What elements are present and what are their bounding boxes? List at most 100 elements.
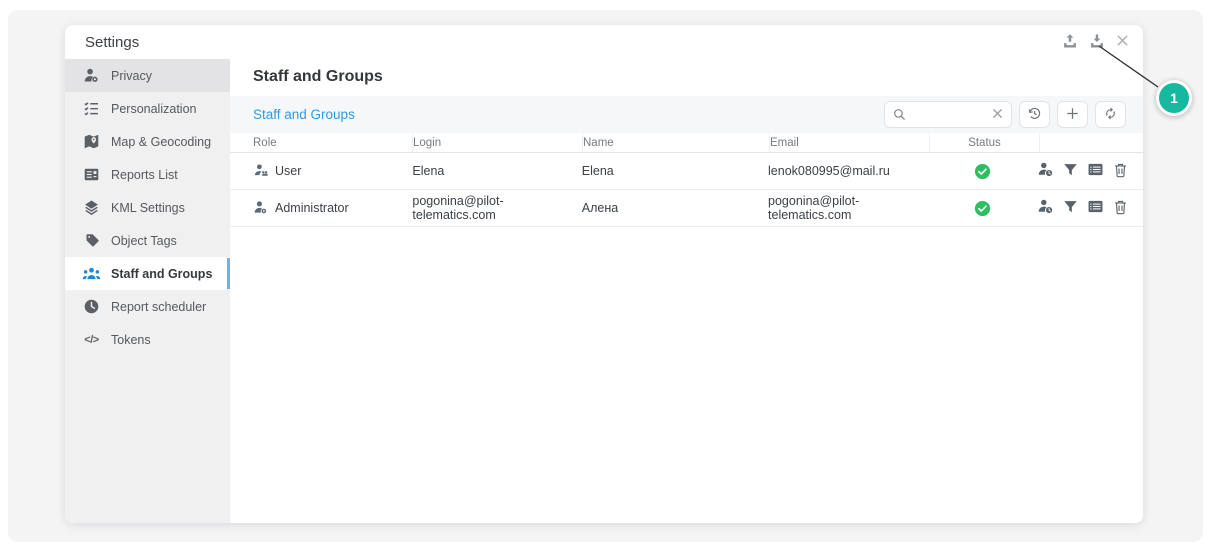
tab-staff-and-groups[interactable]: Staff and Groups — [253, 107, 355, 122]
filter-button[interactable] — [1063, 199, 1078, 217]
privacy-icon — [82, 66, 101, 85]
dialog-title: Settings — [85, 34, 139, 51]
sidebar-item-tokens[interactable]: </> Tokens — [65, 323, 230, 356]
details-button[interactable] — [1087, 161, 1104, 181]
table-row: User Elena Elena lenok080995@mail.ru — [230, 153, 1143, 190]
sidebar-item-label: KML Settings — [111, 201, 185, 215]
delete-button[interactable] — [1113, 162, 1128, 181]
staff-and-groups-panel: Staff and Groups Staff and Groups Role — [230, 59, 1143, 523]
sidebar-item-personalization[interactable]: Personalization — [65, 92, 230, 125]
sidebar-item-label: Object Tags — [111, 234, 177, 248]
tags-icon — [82, 231, 101, 250]
callout-badge-1: 1 — [1156, 80, 1192, 116]
user-clock-icon — [1037, 198, 1054, 218]
export-button[interactable] — [1089, 33, 1105, 52]
dialog-header-icons — [1062, 33, 1129, 52]
settings-sidebar: Privacy Personalization Map & Geocoding … — [65, 59, 230, 523]
trash-icon — [1113, 162, 1128, 181]
user-group-icon — [253, 163, 269, 179]
login-cell: pogonina@pilot-telematics.com — [412, 194, 581, 222]
sidebar-item-label: Reports List — [111, 168, 178, 182]
status-cell — [927, 200, 1037, 217]
sidebar-item-object-tags[interactable]: Object Tags — [65, 224, 230, 257]
refresh-button[interactable] — [1095, 101, 1126, 128]
history-button[interactable] — [1019, 101, 1050, 128]
refresh-icon — [1103, 106, 1118, 124]
login-cell: Elena — [412, 164, 581, 178]
toolbar-controls — [884, 101, 1126, 128]
clear-icon — [992, 107, 1003, 122]
page-title: Staff and Groups — [230, 59, 1143, 96]
column-header-email: Email — [770, 133, 930, 152]
actions-cell — [1037, 198, 1143, 218]
code-icon: </> — [82, 330, 101, 349]
close-button[interactable] — [1116, 34, 1129, 50]
name-cell: Elena — [582, 164, 768, 178]
toolbar: Staff and Groups — [230, 96, 1143, 133]
column-header-name: Name — [583, 133, 770, 152]
import-button[interactable] — [1062, 33, 1078, 52]
user-sessions-button[interactable] — [1037, 198, 1054, 218]
map-icon — [82, 132, 101, 151]
filter-icon — [1063, 162, 1078, 180]
close-icon — [1116, 34, 1129, 50]
personalization-icon — [82, 99, 101, 118]
download-icon — [1089, 33, 1105, 52]
column-header-actions — [1040, 133, 1143, 152]
settings-dialog: Settings Privacy Personalization Map & G… — [65, 25, 1143, 523]
sidebar-item-report-scheduler[interactable]: Report scheduler — [65, 290, 230, 323]
dialog-header: Settings — [65, 25, 1143, 59]
role-label: User — [275, 164, 301, 178]
upload-icon — [1062, 33, 1078, 52]
trash-icon — [1113, 199, 1128, 218]
details-button[interactable] — [1087, 198, 1104, 218]
sidebar-item-label: Tokens — [111, 333, 151, 347]
actions-cell — [1037, 161, 1143, 181]
filter-icon — [1063, 199, 1078, 217]
sidebar-item-map-geocoding[interactable]: Map & Geocoding — [65, 125, 230, 158]
row-actions — [1037, 161, 1128, 181]
column-header-role: Role — [230, 133, 413, 152]
sidebar-item-label: Privacy — [111, 69, 152, 83]
table-row: Administrator pogonina@pilot-telematics.… — [230, 190, 1143, 227]
details-icon — [1087, 198, 1104, 218]
search-icon — [893, 108, 906, 121]
filter-button[interactable] — [1063, 162, 1078, 180]
search-input[interactable] — [911, 107, 987, 123]
sidebar-item-reports-list[interactable]: Reports List — [65, 158, 230, 191]
status-ok-badge — [974, 200, 991, 217]
sidebar-item-kml-settings[interactable]: KML Settings — [65, 191, 230, 224]
clear-search-button[interactable] — [992, 107, 1003, 122]
user-clock-icon — [1037, 161, 1054, 181]
role-cell: User — [230, 163, 412, 179]
user-sessions-button[interactable] — [1037, 161, 1054, 181]
layers-icon — [82, 198, 101, 217]
email-cell: lenok080995@mail.ru — [768, 164, 927, 178]
sidebar-item-privacy[interactable]: Privacy — [65, 59, 230, 92]
clock-icon — [82, 297, 101, 316]
sidebar-item-label: Report scheduler — [111, 300, 206, 314]
add-button[interactable] — [1057, 101, 1088, 128]
sidebar-item-label: Personalization — [111, 102, 196, 116]
user-badge-icon — [253, 200, 269, 216]
email-cell: pogonina@pilot-telematics.com — [768, 194, 927, 222]
name-cell: Алена — [582, 201, 768, 215]
sidebar-item-label: Map & Geocoding — [111, 135, 211, 149]
column-header-login: Login — [413, 133, 583, 152]
plus-icon — [1065, 106, 1080, 124]
role-label: Administrator — [275, 201, 349, 215]
column-header-status: Status — [930, 133, 1040, 152]
staff-table: Role Login Name Email Status User Elena … — [230, 133, 1143, 227]
reports-icon — [82, 165, 101, 184]
group-icon — [82, 264, 101, 283]
role-cell: Administrator — [230, 200, 412, 216]
details-icon — [1087, 161, 1104, 181]
table-header: Role Login Name Email Status — [230, 133, 1143, 153]
history-icon — [1027, 106, 1042, 124]
dialog-body: Privacy Personalization Map & Geocoding … — [65, 59, 1143, 523]
status-ok-badge — [974, 163, 991, 180]
sidebar-item-staff-and-groups[interactable]: Staff and Groups — [65, 257, 230, 290]
status-cell — [927, 163, 1037, 180]
delete-button[interactable] — [1113, 199, 1128, 218]
row-actions — [1037, 198, 1128, 218]
